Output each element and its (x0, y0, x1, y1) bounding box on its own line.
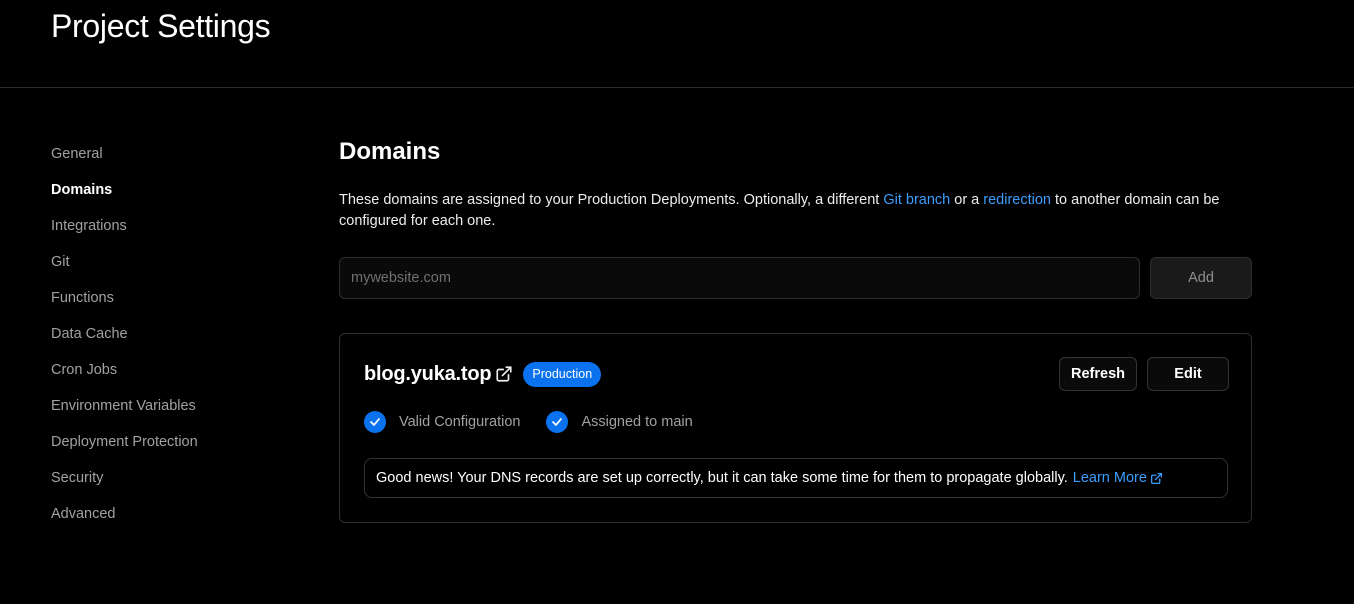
domain-title-row: blog.yuka.top Production (364, 358, 602, 390)
assigned-branch-status: Assigned to main (581, 414, 693, 430)
git-branch-link[interactable]: Git branch (883, 192, 950, 208)
learn-more-link[interactable]: Learn More (1073, 470, 1163, 486)
sidebar-item-general[interactable]: General (51, 136, 291, 172)
sidebar-item-git[interactable]: Git (51, 244, 291, 280)
external-link-icon[interactable] (495, 365, 513, 383)
status-row: Valid Configuration Assigned to main (364, 410, 693, 434)
learn-more-label: Learn More (1072, 470, 1147, 486)
domains-section: Domains These domains are assigned to yo… (339, 136, 1252, 523)
redirection-link[interactable]: redirection (983, 192, 1051, 208)
external-link-icon (1150, 472, 1162, 484)
sidebar-item-cron-jobs[interactable]: Cron Jobs (51, 352, 291, 388)
sidebar-item-environment-variables[interactable]: Environment Variables (51, 388, 291, 424)
section-description: These domains are assigned to your Produ… (339, 190, 1252, 232)
sidebar-item-advanced[interactable]: Advanced (51, 496, 291, 532)
add-domain-button[interactable]: Add (1150, 257, 1252, 299)
sidebar-item-domains[interactable]: Domains (51, 172, 291, 208)
domain-input[interactable] (339, 257, 1140, 299)
page-header: Project Settings (0, 0, 1354, 88)
sidebar-item-integrations[interactable]: Integrations (51, 208, 291, 244)
add-domain-row: Add (339, 257, 1252, 299)
description-text: or a (950, 192, 984, 208)
sidebar-item-functions[interactable]: Functions (51, 280, 291, 316)
notice-text: Good news! Your DNS records are set up c… (376, 470, 1068, 486)
dns-notice: Good news! Your DNS records are set up c… (364, 458, 1228, 498)
sidebar-item-security[interactable]: Security (51, 460, 291, 496)
description-text: These domains are assigned to your Produ… (339, 192, 884, 208)
domain-card: blog.yuka.top Production Refresh Edit Va… (339, 333, 1252, 523)
refresh-button[interactable]: Refresh (1059, 357, 1137, 391)
check-circle-icon (546, 411, 569, 433)
section-title: Domains (339, 138, 441, 165)
settings-sidebar: General Domains Integrations Git Functio… (51, 136, 291, 532)
domain-name-link[interactable]: blog.yuka.top (364, 363, 492, 386)
edit-button[interactable]: Edit (1147, 357, 1229, 391)
sidebar-item-data-cache[interactable]: Data Cache (51, 316, 291, 352)
check-circle-icon (364, 411, 386, 433)
valid-configuration-status: Valid Configuration (399, 414, 521, 430)
page-title: Project Settings (51, 8, 271, 44)
production-badge: Production (523, 361, 602, 387)
sidebar-item-deployment-protection[interactable]: Deployment Protection (51, 424, 291, 460)
